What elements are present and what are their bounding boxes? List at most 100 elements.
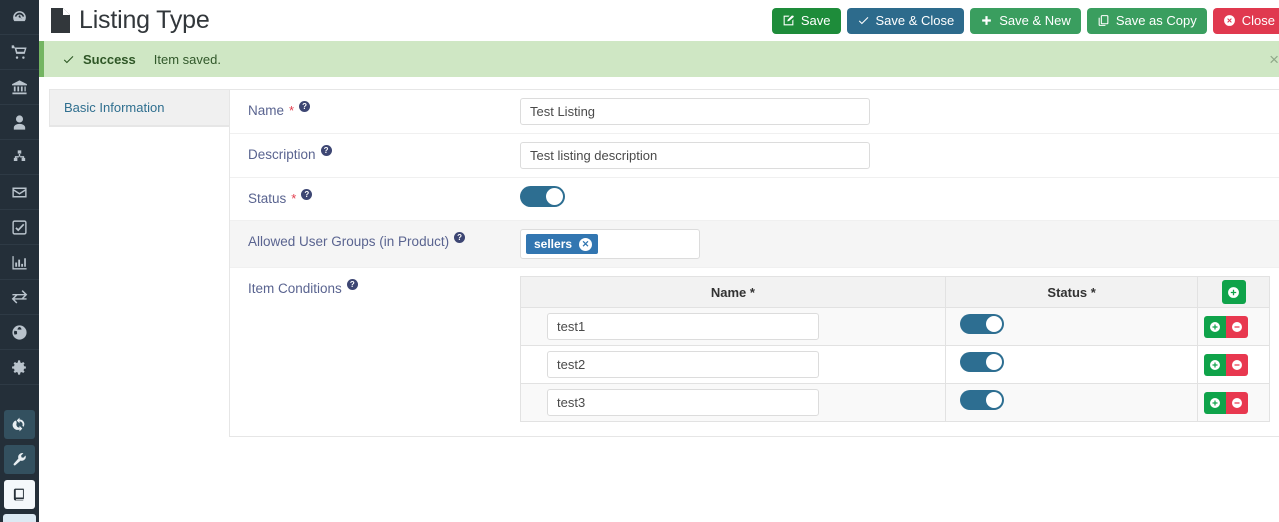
name-input[interactable] [520,98,870,125]
sidebar-item-sync[interactable] [0,407,39,442]
description-field-wrap [520,142,1279,169]
description-label: Description [248,147,316,162]
help-icon[interactable]: ? [320,145,332,156]
save-and-close-button[interactable]: Save & Close [846,7,965,34]
alert-status: Success [83,51,136,67]
plus-circle-icon [1210,321,1221,332]
add-condition-button[interactable] [1204,353,1227,376]
sidebar-item-global[interactable] [0,315,39,350]
add-row-button[interactable] [1221,280,1246,304]
condition-name-input[interactable] [547,313,819,340]
status-label-wrap: Status * ? [230,186,520,206]
status-alert: Success Item saved. × [39,41,1279,77]
add-condition-button[interactable] [1204,391,1227,414]
form-row-status: Status * ? [230,178,1279,221]
sitemap-icon [11,149,28,166]
form-row-description: Description ? [230,134,1279,178]
description-label-wrap: Description ? [230,142,520,162]
allowed-user-groups-input[interactable]: sellers ✕ [520,229,700,259]
sidebar-item-dashboard[interactable] [0,0,39,35]
close-circle-icon [1223,14,1236,27]
minus-circle-icon [1232,321,1243,332]
wrench-icon [4,445,35,474]
row-status-cell [944,307,1199,346]
column-header-name-required: * [749,284,755,300]
sidebar-item-bank[interactable] [0,70,39,105]
sidebar-item-tasks[interactable] [0,210,39,245]
condition-name-input[interactable] [547,389,819,416]
row-name-cell [520,383,946,422]
table-row [520,383,1270,422]
user-icon [11,114,28,131]
check-square-icon [11,219,28,236]
remove-condition-button[interactable] [1226,315,1249,338]
add-condition-button[interactable] [1204,315,1227,338]
toolbar: Save Save & Close Save & New Save as Cop… [771,7,1279,34]
help-icon[interactable]: ? [454,232,466,243]
envelope-icon [11,184,28,201]
item-conditions-table: Name * Status * [520,276,1270,422]
book-icon [4,480,35,509]
column-header-status-required: * [1090,284,1096,300]
alert-dismiss-button[interactable]: × [1265,49,1279,70]
name-required-marker: * [289,103,295,118]
allowed-user-groups-label: Allowed User Groups (in Product) [248,234,450,249]
bar-chart-icon [11,254,28,271]
cart-icon [11,44,28,61]
name-label-wrap: Name * ? [230,98,520,118]
column-header-status: Status * [944,276,1199,308]
save-as-copy-button[interactable]: Save as Copy [1086,7,1207,34]
main-area: Listing Type Save Save & Close Save & Ne… [39,0,1279,522]
tag-remove-icon[interactable]: ✕ [579,237,593,251]
description-input[interactable] [520,142,870,169]
plus-circle-icon [1210,397,1221,408]
sidebar-item-users[interactable] [0,105,39,140]
allowed-user-groups-field-wrap: sellers ✕ [520,229,1279,259]
condition-name-input[interactable] [547,351,819,378]
edit-icon [782,14,795,27]
sidebar-item-shop[interactable] [0,35,39,70]
row-actions-cell [1197,345,1270,384]
globe-icon [11,324,28,341]
help-icon[interactable]: ? [299,101,311,112]
help-icon[interactable]: ? [346,279,358,290]
sidebar-item-transfers[interactable] [0,280,39,315]
status-toggle[interactable] [520,186,565,207]
sidebar-item-catalog[interactable] [0,477,39,512]
page-title: Listing Type [79,6,210,34]
plus-circle-icon [1228,286,1240,298]
condition-status-toggle[interactable] [959,390,1004,410]
content-area: Basic Information Name * ? Test Listing … [39,77,1279,437]
remove-condition-button[interactable] [1226,353,1249,376]
condition-status-toggle[interactable] [959,314,1004,334]
row-status-cell [944,345,1199,384]
row-action-group [1204,391,1249,414]
gear-icon [11,359,28,376]
sidebar-item-structure[interactable] [0,140,39,175]
row-actions-cell [1197,307,1270,346]
gauge-icon [11,9,28,26]
remove-condition-button[interactable] [1226,391,1249,414]
save-button-label: Save [800,13,831,28]
save-and-new-button[interactable]: Save & New [970,7,1081,34]
tab-basic-information[interactable]: Basic Information [50,90,229,126]
help-icon[interactable]: ? [301,189,313,200]
sidebar-item-reports[interactable] [0,245,39,280]
close-button[interactable]: Close [1212,7,1279,34]
sidebar-item-messages[interactable] [0,175,39,210]
row-name-cell [520,307,946,346]
sidebar-item-settings[interactable] [0,350,39,385]
condition-status-toggle[interactable] [959,352,1004,372]
allowed-user-groups-label-wrap: Allowed User Groups (in Product) ? [230,229,520,249]
form-row-name: Name * ? [230,90,1279,134]
tab-panel: Basic Information [49,89,229,127]
row-action-group [1204,315,1249,338]
form-row-allowed-user-groups: Allowed User Groups (in Product) ? selle… [230,221,1279,268]
tab-basic-information-label: Basic Information [64,100,165,115]
plus-icon [980,14,993,27]
save-button[interactable]: Save [771,7,841,34]
save-and-new-button-label: Save & New [999,13,1071,28]
sidebar-item-tools[interactable] [0,442,39,477]
minus-circle-icon [1232,359,1243,370]
